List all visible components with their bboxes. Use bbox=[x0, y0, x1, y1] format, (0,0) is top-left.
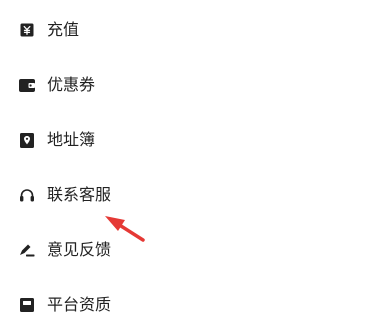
menu-item-label: 平台资质 bbox=[47, 295, 112, 314]
pen-icon bbox=[19, 242, 35, 258]
menu-item-coupons[interactable]: 优惠券 bbox=[0, 58, 389, 112]
wallet-icon bbox=[19, 77, 35, 93]
menu-item-platform-qualification[interactable]: 平台资质 bbox=[0, 278, 389, 332]
recharge-icon bbox=[19, 22, 35, 38]
headset-icon bbox=[19, 187, 35, 203]
menu-item-label: 充值 bbox=[47, 20, 80, 39]
location-pin-icon bbox=[19, 132, 35, 148]
menu-item-label: 联系客服 bbox=[47, 185, 112, 204]
settings-menu: 充值 优惠券 地址簿 联系客服 意见反馈 平台资质 bbox=[0, 0, 389, 313]
menu-item-label: 意见反馈 bbox=[47, 240, 112, 259]
menu-item-feedback[interactable]: 意见反馈 bbox=[0, 223, 389, 277]
menu-item-label: 地址簿 bbox=[47, 130, 96, 149]
menu-item-label: 优惠券 bbox=[47, 75, 96, 94]
menu-item-contact-support[interactable]: 联系客服 bbox=[0, 168, 389, 222]
menu-item-address-book[interactable]: 地址簿 bbox=[0, 113, 389, 167]
menu-item-recharge[interactable]: 充值 bbox=[0, 3, 389, 57]
certificate-icon bbox=[19, 297, 35, 313]
